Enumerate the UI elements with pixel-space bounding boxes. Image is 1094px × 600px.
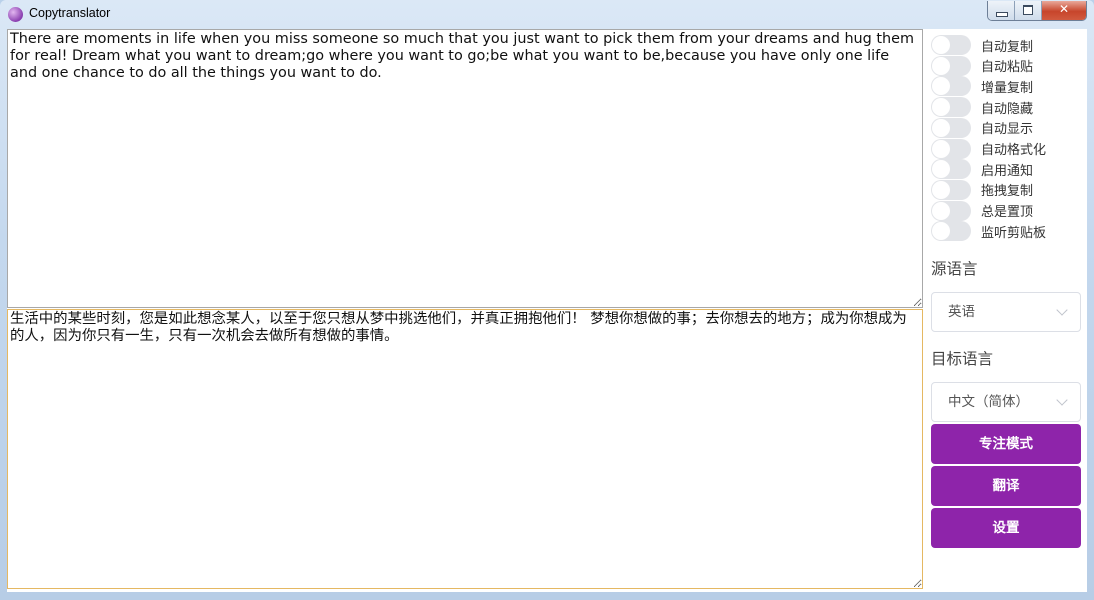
target-language-select[interactable]: 中文（简体）: [931, 382, 1081, 422]
option-6: 启用通知: [931, 159, 1034, 180]
chevron-down-icon: [1056, 394, 1068, 406]
option-label: 总是置顶: [981, 205, 1034, 221]
window-title: Copytranslator: [29, 6, 111, 20]
target-language-label: 目标语言: [931, 350, 994, 368]
option-label: 监听剪贴板: [981, 225, 1047, 241]
source-text-area[interactable]: There are moments in life when you miss …: [7, 29, 923, 308]
translation-text-area[interactable]: 生活中的某些时刻，您是如此想念某人，以至于您只想从梦中挑选他们，并真正拥抱他们！…: [7, 309, 923, 589]
option-label: 自动粘贴: [981, 60, 1034, 76]
client-area: There are moments in life when you miss …: [7, 29, 1087, 592]
option-label: 自动格式化: [981, 143, 1047, 158]
toggle-switch[interactable]: [931, 97, 971, 118]
settings-button[interactable]: 设置: [931, 508, 1081, 548]
option-label: 自动显示: [981, 122, 1034, 138]
toggle-switch[interactable]: [931, 76, 971, 97]
source-language-select[interactable]: 英语: [931, 292, 1081, 332]
source-language-label: 源语言: [931, 260, 978, 278]
option-label: 增量复制: [981, 80, 1034, 96]
maximize-button[interactable]: [1015, 1, 1042, 20]
toggle-switch[interactable]: [931, 221, 971, 242]
option-1: 自动粘贴: [931, 55, 1034, 76]
window-frame: Copytranslator There are moments in life…: [0, 0, 1094, 600]
option-9: 监听剪贴板: [931, 221, 1047, 242]
toggle-switch[interactable]: [931, 117, 971, 138]
translate-button[interactable]: 翻译: [931, 466, 1081, 506]
toggle-switch[interactable]: [931, 55, 971, 76]
toggle-switch[interactable]: [931, 35, 971, 55]
option-0: 自动复制: [931, 35, 1033, 55]
window-controls: [987, 1, 1087, 21]
target-language-value: 中文（简体）: [948, 394, 1029, 410]
option-4: 自动显示: [931, 117, 1034, 138]
minimize-button[interactable]: [988, 1, 1015, 20]
toggle-switch[interactable]: [931, 179, 971, 200]
toggle-switch[interactable]: [931, 159, 971, 180]
option-2: 增量复制: [931, 76, 1034, 97]
option-8: 总是置顶: [931, 200, 1034, 221]
source-language-value: 英语: [948, 304, 975, 320]
chevron-down-icon: [1056, 304, 1068, 316]
close-button[interactable]: [1042, 1, 1086, 20]
option-label: 自动复制: [981, 39, 1034, 55]
toggle-switch[interactable]: [931, 200, 971, 221]
app-logo-icon: [8, 7, 23, 22]
option-label: 拖拽复制: [981, 184, 1034, 200]
option-3: 自动隐藏: [931, 97, 1034, 118]
toggle-switch[interactable]: [931, 138, 971, 159]
title-bar[interactable]: Copytranslator: [0, 0, 1094, 29]
option-7: 拖拽复制: [931, 179, 1034, 200]
settings-panel: 源语言 英语 目标语言 中文（简体） 专注模式 翻译 设置 自动复制自动粘贴增量…: [925, 29, 1087, 592]
option-5: 自动格式化: [931, 138, 1047, 159]
option-label: 自动隐藏: [981, 101, 1034, 117]
option-label: 启用通知: [981, 163, 1034, 179]
focus-mode-button[interactable]: 专注模式: [931, 424, 1081, 464]
